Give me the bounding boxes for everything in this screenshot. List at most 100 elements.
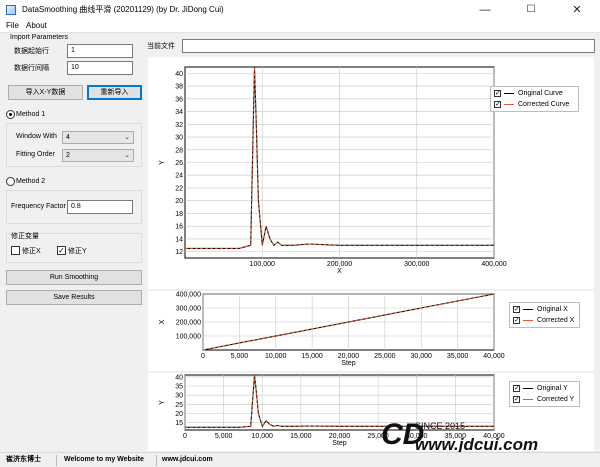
x-tick-label: 100,000 (250, 261, 275, 268)
status-website-link[interactable]: www.jdcui.com (162, 453, 213, 467)
y-tick-label: 32 (175, 122, 183, 129)
x-tick-label: 5,000 (215, 433, 233, 440)
y-tick-label: 28 (175, 147, 183, 154)
correct-x-label: 修正X (22, 248, 41, 255)
x-tick-label: 15,000 (290, 433, 312, 440)
window-title: DataSmoothing 曲线平滑 (20201129) (by Dr. Ji… (22, 5, 224, 14)
correct-y-checkbox[interactable]: ✓ (57, 246, 66, 255)
legend-label: Original Y (537, 385, 568, 392)
y-tick-label: 40 (175, 71, 183, 78)
row-interval-input[interactable]: 10 (67, 61, 133, 75)
legend-label: Original X (537, 306, 568, 313)
app-icon (6, 5, 16, 15)
status-bar: 崔济东博士 Welcome to my Website www.jdcui.co… (0, 452, 600, 467)
start-row-input[interactable]: 1 (67, 44, 133, 58)
x-tick-label: 400,000 (481, 261, 506, 268)
menu-file[interactable]: File (6, 20, 19, 32)
y-tick-label: 34 (175, 109, 183, 116)
correction-title: 修正变量 (11, 233, 39, 240)
y-tick-label: 16 (175, 224, 183, 231)
run-smoothing-button[interactable]: Run Smoothing (6, 270, 142, 285)
y-tick-label: 26 (175, 160, 183, 167)
x-tick-label: 20,000 (338, 353, 360, 360)
x-tick-label: 0 (201, 353, 205, 360)
y-tick-label: 24 (175, 173, 183, 180)
x-axis-label: Step (332, 440, 347, 447)
y-axis-label: X (159, 319, 166, 324)
legend-label: Original Curve (518, 90, 563, 97)
correct-y-label: 修正Y (68, 248, 87, 255)
y-tick-label: 25 (175, 402, 183, 409)
save-results-button[interactable]: Save Results (6, 290, 142, 305)
y-tick-label: 12 (175, 249, 183, 256)
status-separator (156, 455, 157, 466)
legend-swatch (504, 104, 514, 105)
y-tick-label: 400,000 (176, 292, 201, 299)
fitting-order-select[interactable]: 2 ⌄ (62, 149, 134, 162)
window-with-select[interactable]: 4 ⌄ (62, 131, 134, 144)
y-tick-label: 300,000 (176, 306, 201, 313)
current-file-input[interactable] (182, 39, 595, 53)
legend-checkbox[interactable]: ✓ (494, 101, 501, 108)
y-tick-label: 30 (175, 393, 183, 400)
row-interval-label: 数据行间隔 (14, 65, 49, 72)
legend-checkbox[interactable]: ✓ (513, 385, 520, 392)
y-tick-label: 18 (175, 211, 183, 218)
legend-checkbox[interactable]: ✓ (494, 90, 501, 97)
menu-about[interactable]: About (26, 20, 47, 32)
legend-swatch (523, 309, 533, 310)
legend-label: Corrected Curve (518, 101, 570, 108)
y-axis-label: Y (159, 400, 166, 405)
maximize-button[interactable]: ☐ (508, 0, 554, 20)
x-tick-label: 20,000 (329, 433, 351, 440)
main-area: Import Parameters 数据起始行 1 数据行间隔 10 导入X-Y… (0, 32, 600, 452)
menu-bar: File About (0, 20, 600, 32)
watermark-since: SINCE 2015 (415, 421, 465, 431)
legend-checkbox[interactable]: ✓ (513, 317, 520, 324)
legend-checkbox[interactable]: ✓ (513, 396, 520, 403)
method2-label: Method 2 (16, 178, 46, 185)
x-tick-label: 10,000 (252, 433, 274, 440)
x-axis-label: Step (341, 360, 356, 367)
method1-radio[interactable] (6, 110, 15, 119)
chevron-down-icon: ⌄ (124, 134, 130, 141)
x-chart-legend: ✓ Original X ✓ Corrected X (509, 302, 580, 328)
legend-swatch (523, 320, 533, 321)
x-chart-panel: 0 5,000 10,000 15,000 20,000 25,000 30,000 35,0… (148, 291, 594, 371)
method1-label: Method 1 (16, 111, 46, 118)
x-axis-label: X (337, 268, 342, 275)
y-tick-label: 22 (175, 185, 183, 192)
close-button[interactable]: ✕ (554, 0, 600, 20)
y-tick-label: 20 (175, 411, 183, 418)
fitting-order-label: Fitting Order (16, 151, 55, 158)
y-tick-label: 38 (175, 84, 183, 91)
x-tick-label: 0 (183, 433, 187, 440)
status-welcome: Welcome to my Website (64, 456, 144, 463)
legend-label: Corrected Y (537, 396, 575, 403)
y-tick-label: 200,000 (176, 320, 201, 327)
import-xy-button[interactable]: 导入X-Y数据 (8, 85, 83, 100)
correct-x-checkbox[interactable] (11, 246, 20, 255)
current-file-label: 当前文件 (147, 43, 175, 50)
minimize-button[interactable]: — (462, 0, 508, 20)
frequency-factor-label: Frequency Factor (11, 203, 66, 210)
window-with-label: Window With (16, 133, 57, 140)
y-tick-label: 14 (175, 236, 183, 243)
import-params-title: Import Parameters (10, 34, 68, 41)
y-axis-label: Y (159, 160, 166, 165)
reimport-button[interactable]: 重新导入 (87, 85, 142, 100)
x-tick-label: 40,000 (483, 353, 505, 360)
legend-swatch (523, 399, 533, 400)
legend-checkbox[interactable]: ✓ (513, 306, 520, 313)
legend-swatch (504, 93, 514, 94)
x-tick-label: 5,000 (231, 353, 249, 360)
status-separator (56, 455, 57, 466)
legend-label: Corrected X (537, 317, 575, 324)
x-tick-label: 25,000 (374, 353, 396, 360)
frequency-factor-input[interactable]: 0.8 (67, 200, 133, 214)
y-tick-label: 20 (175, 198, 183, 205)
fitting-order-value: 2 (66, 152, 70, 159)
status-author: 崔济东博士 (6, 456, 41, 463)
method2-radio[interactable] (6, 177, 15, 186)
title-bar: DataSmoothing 曲线平滑 (20201129) (by Dr. Ji… (0, 0, 600, 20)
